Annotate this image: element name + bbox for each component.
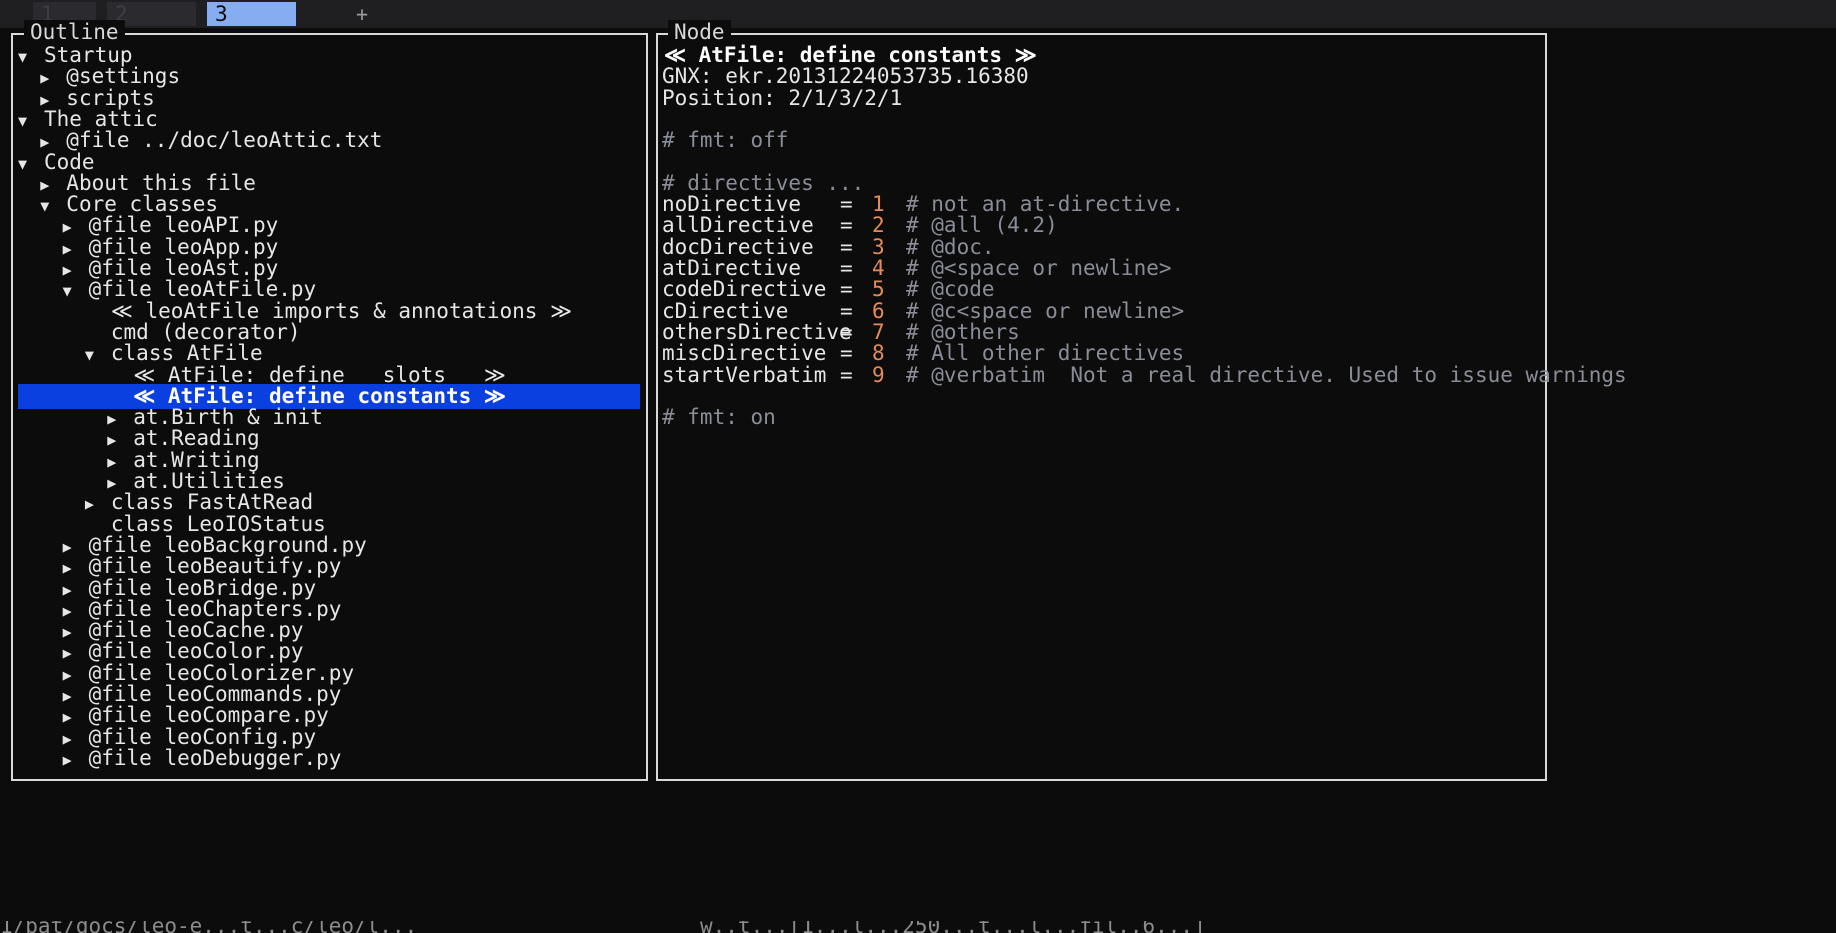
- constant-value: 9: [872, 362, 885, 387]
- outline-node-label: @file ../doc/leoAttic.txt: [66, 128, 383, 153]
- node-position: Position: 2/1/3/2/1: [662, 86, 903, 110]
- expand-right-icon[interactable]: ▶: [63, 748, 89, 773]
- constant-comment: # @verbatim Not a real directive. Used t…: [906, 362, 1627, 387]
- outline-title: Outline: [24, 20, 125, 45]
- constant-name: startVerbatim: [662, 362, 827, 387]
- status-left: 1/bat/docs/leo-e...t...c/leo/l...: [0, 921, 418, 933]
- outline-node[interactable]: ▶ @file leoDebugger.py: [18, 745, 342, 773]
- node-title: Node: [668, 20, 731, 45]
- node-pane: Node: [656, 20, 1547, 781]
- status-bar: 1/bat/docs/leo-e...t...c/leo/l... w..t..…: [0, 921, 1836, 933]
- fmt-off-comment: # fmt: off: [662, 128, 789, 153]
- outline-node-label: @file leoDebugger.py: [88, 745, 342, 770]
- new-tab-button[interactable]: +: [356, 0, 368, 28]
- constant-line: startVerbatim = 9 # @verbatim Not a real di…: [662, 363, 1627, 388]
- tab-bar: 1 2 3 +: [0, 0, 1836, 28]
- status-right: w..t...[1...l...250...t...l...fil..6...]: [700, 921, 1206, 933]
- fmt-on-comment: # fmt: on: [662, 405, 776, 430]
- tab-3[interactable]: 3: [207, 2, 296, 26]
- equals-sign: =: [840, 362, 853, 387]
